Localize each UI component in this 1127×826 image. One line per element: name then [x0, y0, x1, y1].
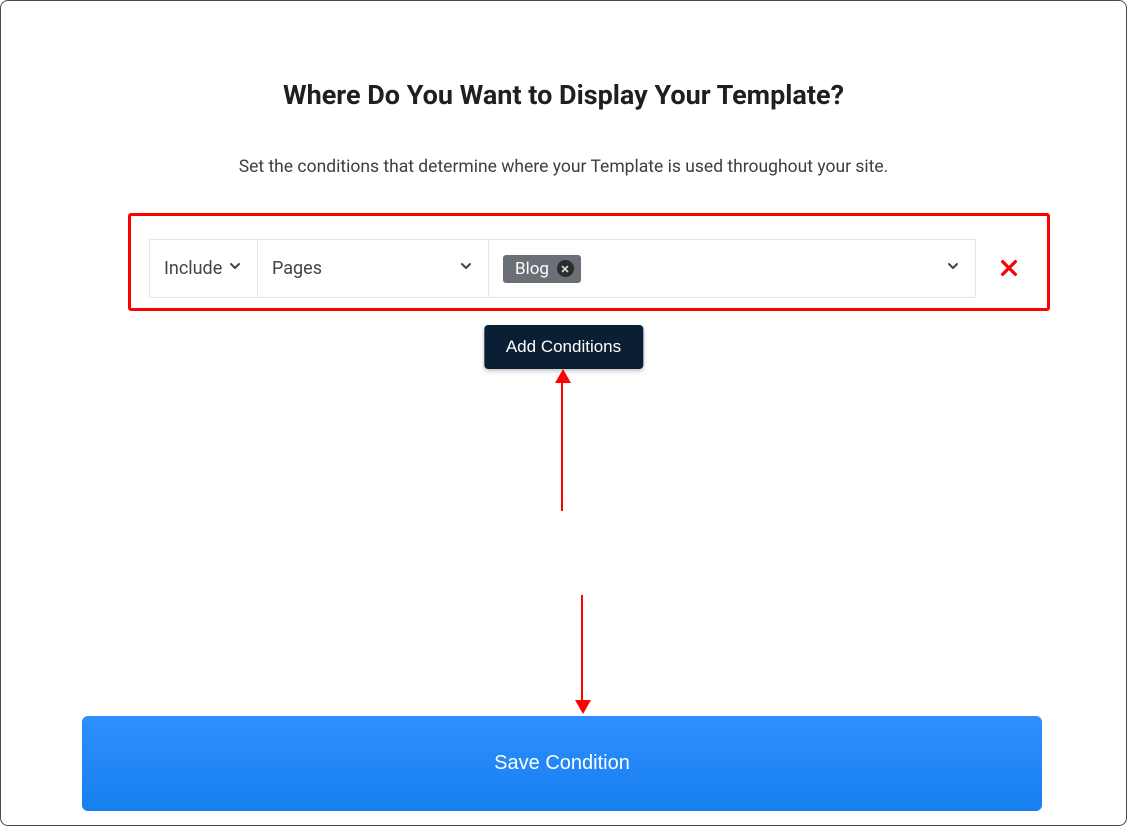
condition-mode-select[interactable]: Include — [149, 239, 258, 298]
dialog-subtitle: Set the conditions that determine where … — [1, 157, 1126, 177]
selected-page-label: Blog — [515, 259, 549, 279]
add-conditions-button[interactable]: Add Conditions — [484, 325, 643, 369]
condition-pages-select[interactable]: Blog — [489, 239, 976, 298]
save-condition-button[interactable]: Save Condition — [82, 716, 1042, 811]
remove-condition-button[interactable] — [996, 255, 1022, 281]
annotation-arrow-up-head — [555, 369, 571, 383]
condition-scope-select[interactable]: Pages — [258, 239, 489, 298]
chevron-down-icon — [458, 258, 474, 279]
remove-chip-icon[interactable] — [557, 260, 574, 277]
dialog-frame: Where Do You Want to Display Your Templa… — [0, 0, 1127, 826]
annotation-arrow-down-head — [575, 700, 591, 714]
condition-scope-value: Pages — [272, 258, 322, 279]
dialog-title: Where Do You Want to Display Your Templa… — [1, 79, 1126, 111]
chevron-down-icon — [945, 258, 961, 279]
condition-row: Include Pages Blog — [149, 239, 976, 298]
selected-page-chip: Blog — [503, 255, 581, 283]
annotation-arrow-up — [561, 381, 563, 511]
chevron-down-icon — [227, 258, 243, 279]
condition-mode-value: Include — [164, 258, 222, 279]
annotation-arrow-down — [581, 595, 583, 702]
